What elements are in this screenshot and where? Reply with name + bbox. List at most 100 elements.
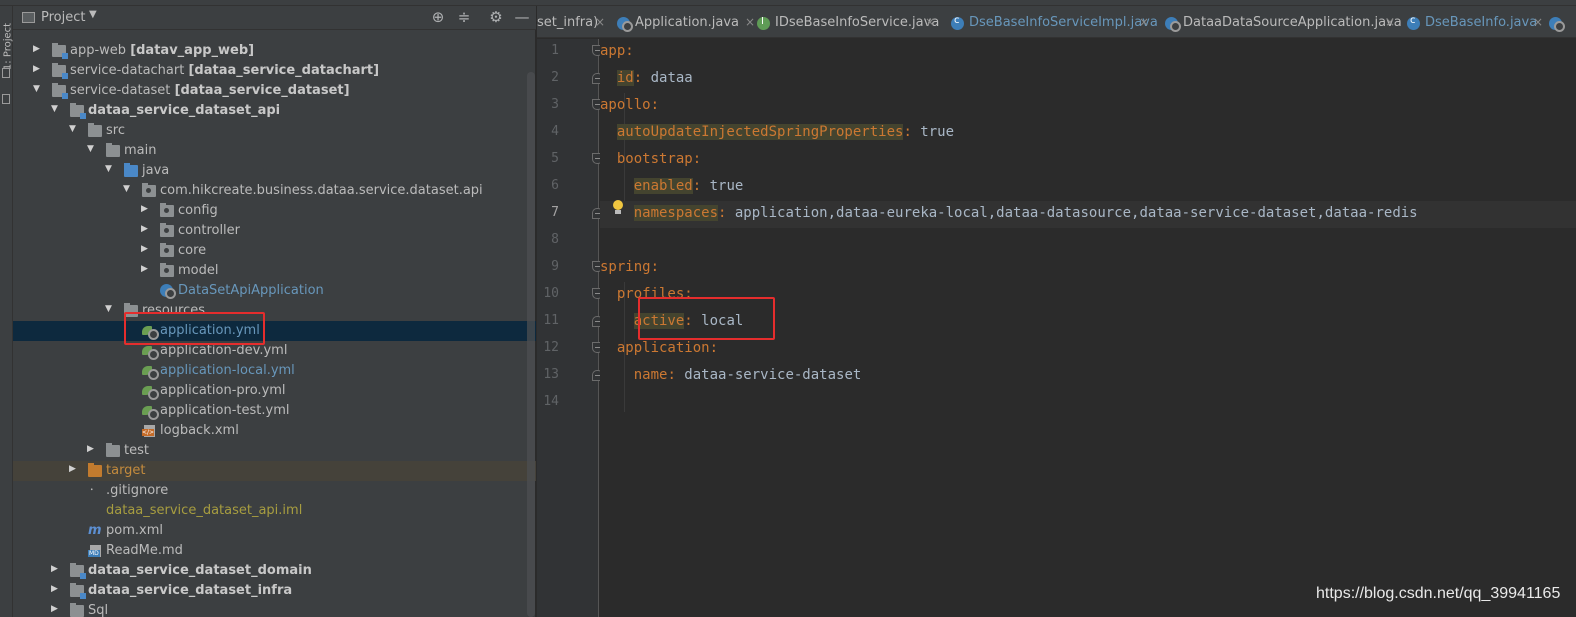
tree-item-application-yml[interactable]: application.yml [13, 321, 536, 341]
expand-arrow-icon[interactable]: ▶ [33, 64, 45, 74]
tree-item-main[interactable]: ▼ main [13, 141, 536, 161]
tree-item-target[interactable]: ▶ target [13, 461, 536, 481]
highlight-box [124, 312, 265, 345]
code-line-9: spring: [600, 259, 660, 275]
close-icon[interactable]: × [1139, 15, 1149, 29]
tree-item-test[interactable]: ▶ test [13, 441, 536, 461]
tree-item-config[interactable]: ▶ config [13, 201, 536, 221]
tree-item-iml[interactable]: dataa_service_dataset_api.iml [13, 501, 536, 521]
spring-config-icon [142, 345, 159, 360]
tree-item-java[interactable]: ▼ java [13, 161, 536, 181]
expand-arrow-icon[interactable]: ▶ [33, 44, 45, 54]
expand-arrow-icon[interactable]: ▶ [87, 444, 99, 454]
close-icon[interactable]: × [1385, 15, 1395, 29]
tree-item-controller[interactable]: ▶ controller [13, 221, 536, 241]
tree-item-dataset-infra[interactable]: ▶ dataa_service_dataset_infra [13, 581, 536, 601]
expand-arrow-icon[interactable]: ▶ [51, 564, 63, 574]
package-icon [160, 243, 174, 257]
project-view-icon [22, 12, 35, 23]
collapse-arrow-icon[interactable]: ▼ [51, 104, 63, 114]
highlight-box [638, 297, 775, 340]
folder-icon [70, 603, 84, 617]
module-folder-icon [52, 43, 68, 59]
close-icon[interactable]: × [745, 15, 755, 29]
tree-item-resources[interactable]: ▼ resources [13, 301, 536, 321]
expand-arrow-icon[interactable]: ▶ [51, 584, 63, 594]
watermark: https://blog.csdn.net/qq_39941165 [1316, 585, 1561, 602]
expand-arrow-icon[interactable]: ▶ [141, 204, 153, 214]
expand-arrow-icon[interactable]: ▶ [141, 224, 153, 234]
project-view-selector[interactable]: Project [41, 10, 85, 25]
tree-item-package[interactable]: ▼ com.hikcreate.business.dataa.service.d… [13, 181, 536, 201]
folder-icon [106, 443, 120, 457]
tree-item-dataset-api[interactable]: ▼ dataa_service_dataset_api [13, 101, 536, 121]
spring-boot-class-icon [160, 284, 176, 299]
collapse-all-icon[interactable]: ≑ [455, 8, 473, 28]
expand-arrow-icon[interactable]: ▶ [69, 464, 81, 474]
collapse-arrow-icon[interactable]: ▼ [87, 144, 99, 154]
hide-icon[interactable]: — [513, 8, 531, 28]
expand-arrow-icon[interactable]: ▶ [51, 604, 63, 614]
collapse-arrow-icon[interactable]: ▼ [33, 84, 45, 94]
tree-item-application-dev-yml[interactable]: application-dev.yml [13, 341, 536, 361]
tree-item-application-local-yml[interactable]: application-local.yml [13, 361, 536, 381]
folder-icon [88, 123, 102, 137]
spring-config-icon [142, 405, 159, 420]
module-folder-icon [70, 103, 86, 119]
project-scrollbar[interactable] [527, 72, 535, 617]
package-icon [142, 183, 156, 197]
collapse-arrow-icon[interactable]: ▼ [105, 164, 117, 174]
expand-arrow-icon[interactable]: ▶ [141, 244, 153, 254]
tree-item-service-datachart[interactable]: ▶ service-datachart [dataa_service_datac… [13, 61, 536, 81]
code-line-7: namespaces: application,dataa-eureka-loc… [600, 201, 1576, 228]
expand-arrow-icon[interactable]: ▶ [141, 264, 153, 274]
collapse-arrow-icon[interactable]: ▼ [105, 304, 117, 314]
project-panel: Project ▼ ⊕ ≑ ⚙ — ▶ app-web [datav_app_w… [13, 6, 536, 617]
class-icon [1407, 15, 1420, 30]
tree-item-gitignore[interactable]: ⸱ .gitignore [13, 481, 536, 501]
collapse-arrow-icon[interactable]: ▼ [123, 184, 135, 194]
class-icon [951, 15, 964, 30]
close-icon[interactable]: × [1533, 15, 1543, 29]
gear-icon[interactable]: ⚙ [487, 8, 505, 28]
source-folder-icon [124, 163, 138, 177]
tree-item-sql[interactable]: ▶ Sql [13, 601, 536, 617]
collapse-arrow-icon[interactable]: ▼ [69, 124, 81, 134]
lightbulb-icon[interactable] [612, 200, 624, 216]
editor-gutter: 1 2 3 4 5 6 7 8 9 10 11 12 13 14 [537, 39, 603, 617]
tree-item-pom-xml[interactable]: m pom.xml [13, 521, 536, 541]
chevron-down-icon[interactable]: ▼ [89, 9, 97, 20]
package-icon [160, 223, 174, 237]
tree-item-application-pro-yml[interactable]: application-pro.yml [13, 381, 536, 401]
code-line-12: application: [616, 340, 719, 356]
tree-item-core[interactable]: ▶ core [13, 241, 536, 261]
tree-item-model[interactable]: ▶ model [13, 261, 536, 281]
tree-item-dataset-domain[interactable]: ▶ dataa_service_dataset_domain [13, 561, 536, 581]
tree-item-logback-xml[interactable]: logback.xml [13, 421, 536, 441]
maven-icon: m [88, 523, 102, 538]
module-folder-icon [52, 63, 68, 79]
tree-item-readme-md[interactable]: ReadMe.md [13, 541, 536, 561]
code-line-6: enabled: true [633, 178, 744, 194]
folder-icon [106, 143, 120, 157]
tree-item-application-test-yml[interactable]: application-test.yml [13, 401, 536, 421]
tree-item-datasetapiapplication[interactable]: DataSetApiApplication [13, 281, 536, 301]
tree-item-app-web[interactable]: ▶ app-web [datav_app_web] [13, 41, 536, 61]
code-line-4: autoUpdateInjectedSpringProperties: true [616, 124, 955, 140]
spring-boot-class-icon [1165, 17, 1181, 32]
editor-tabs: set_infra) × Application.java × IDseBase… [537, 6, 1576, 38]
structure-icon[interactable] [2, 68, 10, 78]
tree-item-src[interactable]: ▼ src [13, 121, 536, 141]
close-icon[interactable]: × [595, 15, 605, 29]
code-line-5: bootstrap: [616, 151, 702, 167]
locate-icon[interactable]: ⊕ [429, 8, 447, 28]
package-icon [160, 203, 174, 217]
xml-file-icon [142, 425, 155, 437]
close-icon[interactable]: × [925, 15, 935, 29]
tree-item-service-dataset[interactable]: ▼ service-dataset [dataa_service_dataset… [13, 81, 536, 101]
package-icon [160, 263, 174, 277]
favorites-icon[interactable] [2, 94, 10, 104]
tool-window-strip: 1: Project [0, 6, 14, 617]
